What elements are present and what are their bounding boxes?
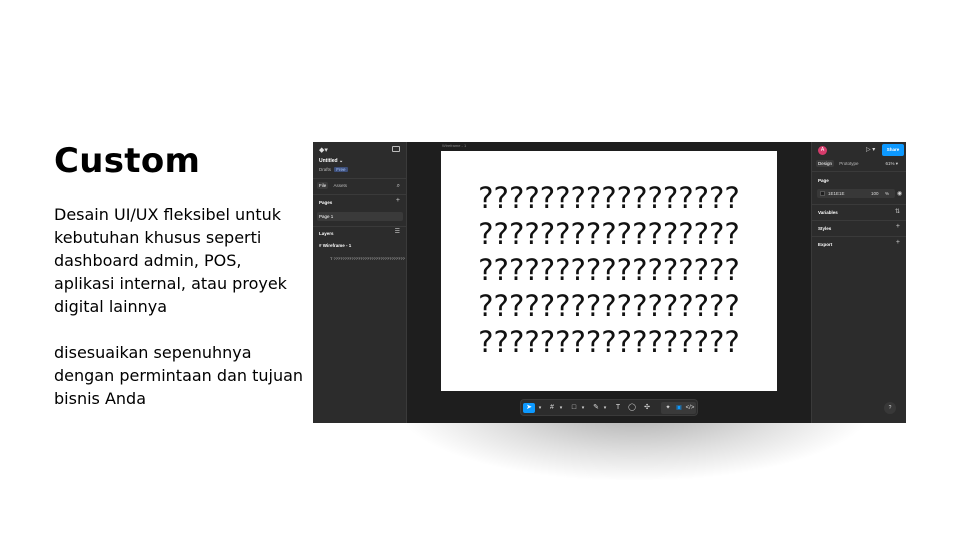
layer-frame-label: Wireframe - 1 [322, 243, 352, 248]
actions-icon[interactable]: ✣ [642, 403, 652, 413]
background-opacity[interactable]: 100 [871, 191, 879, 196]
frame-icon[interactable]: # [547, 403, 557, 413]
share-button[interactable]: Share [882, 144, 904, 156]
left-panel-header: ◆▾ [313, 142, 406, 156]
plan-badge: Free [334, 167, 348, 172]
right-panel-tabs: Design Prototype [816, 160, 863, 167]
tab-prototype[interactable]: Prototype [837, 160, 860, 167]
panel-toggle-icon[interactable] [392, 146, 400, 152]
description-paragraph-2: disesuaikan sepenuhnya dengan permintaan… [54, 343, 304, 408]
file-title[interactable]: Untitled ⌄ [319, 158, 343, 164]
avatar[interactable]: A [818, 146, 827, 155]
pen-icon[interactable]: ✎ [591, 403, 601, 413]
text-icon[interactable]: T [613, 403, 623, 413]
page-background-field[interactable]: 1E1E1E 100 % [817, 189, 895, 198]
dev-mode-icon[interactable]: </> [685, 403, 695, 413]
color-swatch[interactable] [820, 191, 825, 196]
page-section-label: Page [818, 178, 829, 183]
frame-name-label[interactable]: Wireframe - 1 [442, 143, 466, 148]
canvas[interactable]: Wireframe - 1 ????????????????? ????????… [407, 142, 811, 423]
layers-collapse-icon[interactable]: ☰ [395, 228, 400, 235]
divider [313, 226, 407, 227]
search-icon[interactable]: ⌕ [397, 183, 400, 190]
bottom-toolbar: ➤ ▾ # ▾ □ ▾ ✎ ▾ T ◯ ✣ ✦ ▣ </> [520, 399, 698, 416]
divider [812, 204, 906, 205]
background-hex[interactable]: 1E1E1E [828, 191, 845, 196]
text-line: ????????????????? [478, 217, 740, 251]
tab-design[interactable]: Design [816, 160, 835, 167]
design-editor-window: ◆▾ Untitled ⌄ Drafts Free File Assets ⌕ … [313, 142, 906, 423]
chevron-down-icon: ⌄ [339, 158, 344, 164]
divider [313, 194, 407, 195]
chevron-down-icon[interactable]: ▾ [537, 403, 543, 413]
comment-icon[interactable]: ◯ [627, 403, 637, 413]
rectangle-icon[interactable]: □ [569, 403, 579, 413]
zoom-level[interactable]: 61% ▾ [885, 161, 898, 167]
layer-text-item[interactable]: T ??????????????????????????????????????… [330, 256, 405, 261]
add-page-icon[interactable]: + [396, 197, 400, 204]
variables-icon[interactable]: ⇅ [895, 208, 900, 215]
export-label: Export [818, 242, 833, 247]
left-panel-tabs: File Assets [317, 182, 351, 189]
description-paragraph-1: Desain UI/UX fleksibel untuk kebutuhan k… [54, 205, 287, 316]
present-play-icon[interactable]: ▷ ▾ [866, 146, 875, 153]
drafts-label: Drafts [319, 167, 332, 172]
divider [812, 236, 906, 237]
divider [812, 171, 906, 172]
design-mode-icon[interactable]: ▣ [674, 403, 684, 413]
tab-assets[interactable]: Assets [332, 182, 350, 189]
eye-icon[interactable]: ◉ [897, 190, 902, 197]
file-location: Drafts Free [319, 167, 348, 172]
ai-icon[interactable]: ✦ [663, 403, 673, 413]
mode-toggle-group: ✦ ▣ </> [661, 402, 696, 414]
text-line: ????????????????? [478, 181, 740, 215]
layers-label: Layers [319, 231, 334, 236]
pages-label: Pages [319, 200, 333, 205]
layer-text-label: ????????????????????????????????????????… [333, 256, 405, 261]
text-line: ????????????????? [478, 253, 740, 287]
file-title-text: Untitled [319, 158, 338, 164]
right-panel: A ▷ ▾ Share Design Prototype 61% ▾ Page … [811, 142, 906, 423]
text-line: ????????????????? [478, 289, 740, 323]
layer-frame-item[interactable]: # Wireframe - 1 [319, 243, 351, 248]
page-item[interactable]: Page 1 [317, 212, 403, 221]
chevron-down-icon[interactable]: ▾ [580, 403, 586, 413]
left-panel: ◆▾ Untitled ⌄ Drafts Free File Assets ⌕ … [313, 142, 407, 423]
move-icon[interactable]: ➤ [523, 403, 535, 413]
variables-label[interactable]: Variables [818, 210, 838, 215]
wireframe-artboard[interactable]: ????????????????? ????????????????? ????… [441, 151, 777, 391]
figma-menu-icon[interactable]: ◆▾ [319, 146, 328, 154]
text-line: ????????????????? [478, 325, 740, 359]
opacity-unit: % [885, 191, 890, 196]
zoom-value: 61% [885, 161, 895, 166]
styles-label: Styles [818, 226, 832, 231]
tab-file[interactable]: File [317, 182, 329, 189]
chevron-down-icon[interactable]: ▾ [602, 403, 608, 413]
slide-heading: Custom [54, 141, 201, 181]
chevron-down-icon: ▾ [895, 161, 898, 166]
frame-icon: # [319, 243, 322, 248]
slide-description: Desain UI/UX fleksibel untuk kebutuhan k… [54, 203, 304, 433]
help-icon[interactable]: ? [884, 402, 896, 414]
chevron-down-icon[interactable]: ▾ [558, 403, 564, 413]
add-style-icon[interactable]: + [896, 223, 900, 230]
add-export-icon[interactable]: + [896, 239, 900, 246]
divider [313, 178, 407, 179]
divider [812, 220, 906, 221]
